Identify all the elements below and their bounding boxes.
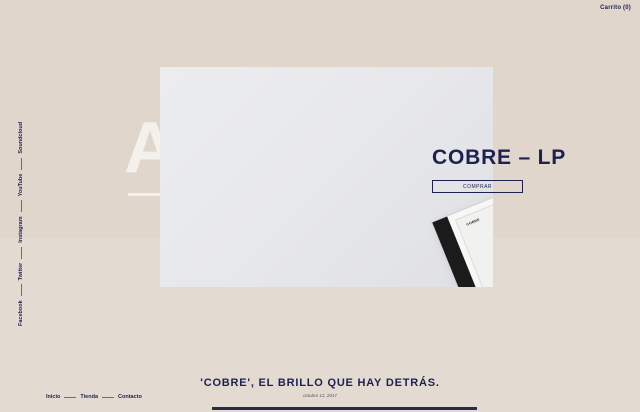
social-link-instagram[interactable]: Instagram xyxy=(18,216,24,242)
social-link-twitter[interactable]: Twitter xyxy=(18,263,24,281)
divider xyxy=(20,200,22,213)
cart-link[interactable]: Carrito (0) xyxy=(600,5,631,11)
cd-cover-title: COBRE xyxy=(465,217,481,227)
social-link-soundcloud[interactable]: Soundcloud xyxy=(18,122,24,154)
product-title: COBRE – LP xyxy=(432,146,567,169)
post-date: octubre 12, 2017 xyxy=(303,393,337,398)
divider xyxy=(20,246,22,259)
social-links: Facebook Twitter Instagram YouTube Sound… xyxy=(18,122,24,326)
divider xyxy=(20,284,22,297)
social-link-facebook[interactable]: Facebook xyxy=(18,300,24,326)
post-image-edge xyxy=(212,407,477,410)
buy-button[interactable]: COMPRAR xyxy=(432,180,523,193)
hero-product-photo[interactable]: COBRE xyxy=(160,67,493,287)
social-link-youtube[interactable]: YouTube xyxy=(18,174,24,197)
hero-letter-underline xyxy=(128,193,162,196)
cd-case-image: COBRE xyxy=(410,114,493,287)
divider xyxy=(20,157,22,170)
post-title[interactable]: 'COBRE', EL BRILLO QUE HAY DETRÁS. xyxy=(0,377,640,389)
